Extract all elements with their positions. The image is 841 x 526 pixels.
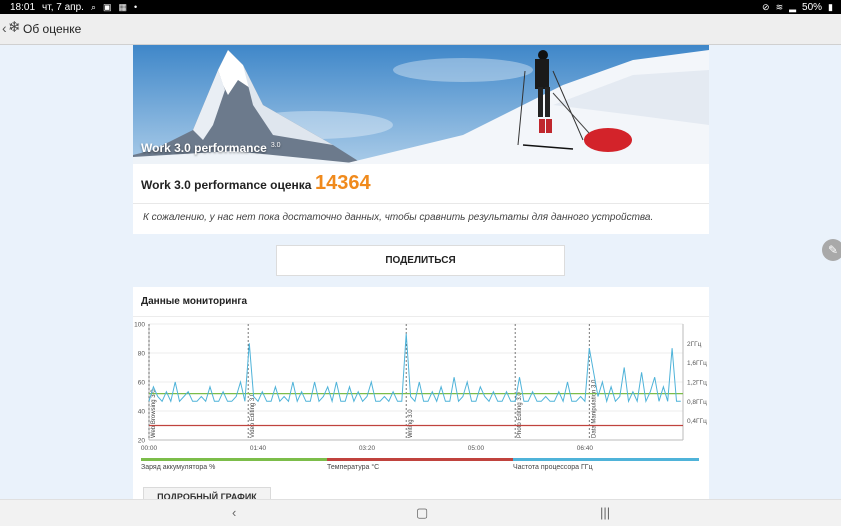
back-chevron-icon[interactable]: ‹ xyxy=(2,20,7,36)
score-value: 14364 xyxy=(315,172,371,194)
status-date: чт, 7 апр. xyxy=(42,1,84,13)
nav-home-icon[interactable]: ▢ xyxy=(416,505,428,521)
edit-pencil-icon[interactable]: ✎ xyxy=(822,239,841,261)
y-right-tick-label: 2ГГц xyxy=(687,341,702,348)
legend-temperature-swatch xyxy=(327,458,513,461)
mute-icon: ⊘ xyxy=(762,2,770,12)
legend-temperature-label: Температура °C xyxy=(327,464,380,471)
y-left-tick-label: 80 xyxy=(138,351,146,358)
x-tick-label: 05:00 xyxy=(468,445,485,452)
monitoring-title: Данные мониторинга xyxy=(141,296,248,307)
series-line xyxy=(148,333,681,404)
status-bar: 18:01 чт, 7 апр. ⌕ ▣ ▦ • ⊘ ≋ ▂ 50% ▮ xyxy=(0,0,841,14)
navigation-bar: ‹ ▢ ||| xyxy=(0,499,841,526)
legend-battery: Заряд аккумулятора % xyxy=(141,458,327,471)
comparison-note-text: К сожалению, у нас нет пока достаточно д… xyxy=(143,212,654,223)
nav-back-icon[interactable]: ‹ xyxy=(232,505,236,520)
signal-icon: ▂ xyxy=(789,2,797,12)
legend-cpu: Частота процессора ГГц xyxy=(513,458,699,471)
x-tick-label: 00:00 xyxy=(141,445,158,452)
monitoring-divider xyxy=(133,316,709,317)
app-bar: ‹ ❄ Об оценке xyxy=(0,14,841,45)
monitoring-chart: 20 40 60 80 100 0,4ГГц 0,8ГГц 1,2ГГц 1,6ГГц 2ГГц 0… xyxy=(134,322,707,453)
x-tick-label: 03:20 xyxy=(359,445,376,452)
battery-percent: 50% xyxy=(802,1,823,13)
hero-version: 3.0 xyxy=(270,142,281,149)
comparison-note: К сожалению, у нас нет пока достаточно д… xyxy=(133,204,709,234)
snowflake-logo-icon: ❄ xyxy=(8,19,21,36)
score-card: Work 3.0 performance оценка 14364 xyxy=(133,164,709,204)
x-tick-label: 01:40 xyxy=(250,445,267,452)
gallery-icon: ▣ xyxy=(102,2,112,12)
legend-battery-swatch xyxy=(141,458,327,461)
y-left-tick-label: 100 xyxy=(134,322,145,329)
search-icon: ⌕ xyxy=(90,2,96,12)
share-button[interactable]: ПОДЕЛИТЬСЯ xyxy=(276,245,565,276)
test-marker-label: Photo Editing 3.0 xyxy=(517,392,523,438)
page-title: Об оценке xyxy=(23,22,82,36)
y-left-tick-label: 60 xyxy=(138,380,146,387)
y-right-tick-label: 1,2ГГц xyxy=(687,380,707,387)
hero-label-text: Work 3.0 performance xyxy=(141,141,267,155)
y-right-tick-label: 1,6ГГц xyxy=(687,360,707,367)
y-right-tick-label: 0,8ГГц xyxy=(687,399,707,406)
dot-icon: • xyxy=(134,2,138,12)
y-right-tick-label: 0,4ГГц xyxy=(687,418,707,425)
legend-temperature: Температура °C xyxy=(327,458,513,471)
y-left-tick-label: 40 xyxy=(138,409,146,416)
legend-battery-label: Заряд аккумулятора % xyxy=(141,464,216,471)
y-left-tick-label: 20 xyxy=(138,438,146,445)
nav-recents-icon[interactable]: ||| xyxy=(600,505,610,520)
status-time: 18:01 xyxy=(10,1,36,13)
legend-cpu-swatch xyxy=(513,458,699,461)
calendar-icon: ▦ xyxy=(118,2,128,12)
score-name: Work 3.0 performance оценка xyxy=(141,178,312,192)
wifi-icon: ≋ xyxy=(775,2,784,12)
battery-icon: ▮ xyxy=(828,2,833,12)
hero-label: Work 3.0 performance 3.0 xyxy=(141,141,281,155)
test-marker-label: Writing 3.0 xyxy=(408,409,414,438)
hero-banner: Work 3.0 performance 3.0 xyxy=(133,45,709,164)
x-tick-label: 06:40 xyxy=(577,445,594,452)
legend-cpu-label: Частота процессора ГГц xyxy=(513,464,593,471)
test-marker-label: Web Browsing 3.0 xyxy=(151,389,157,438)
